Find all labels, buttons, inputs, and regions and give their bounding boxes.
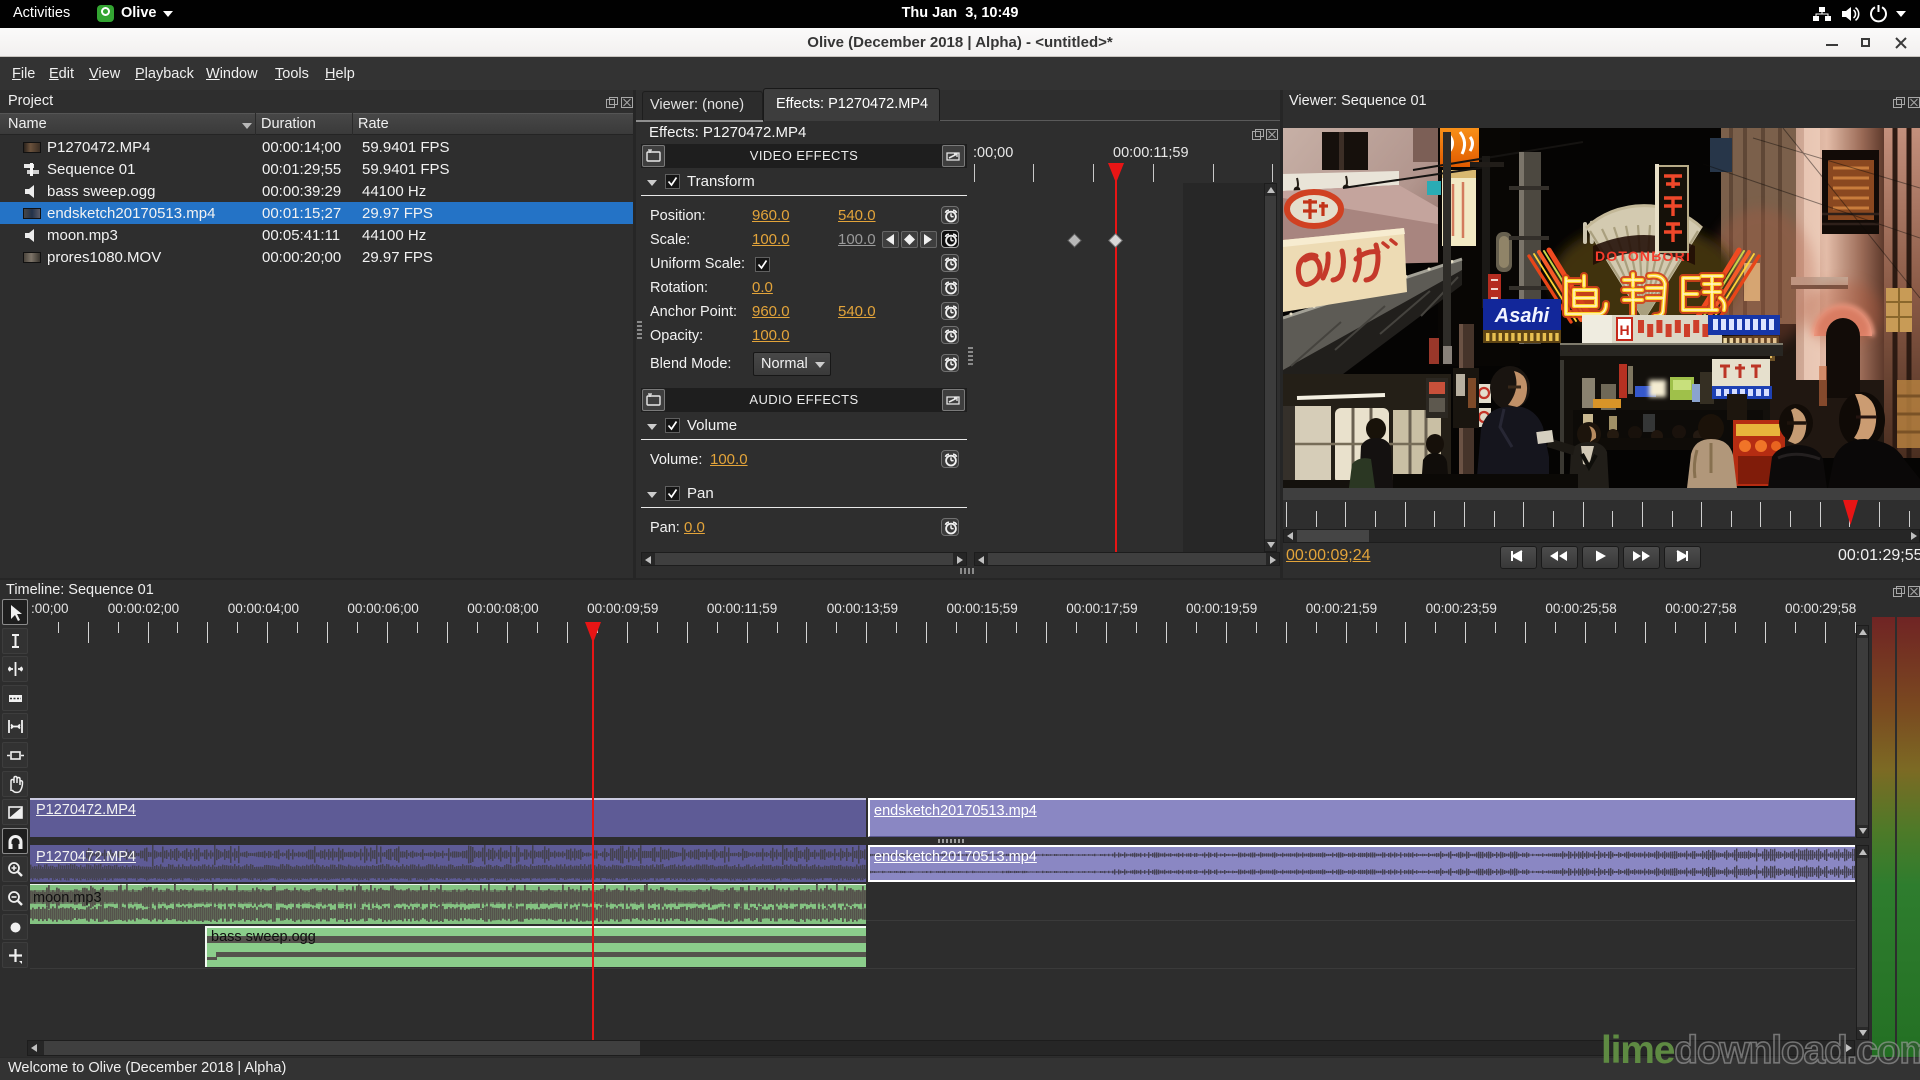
- svg-text:Asahi: Asahi: [1494, 305, 1550, 327]
- svg-text:H: H: [1619, 322, 1629, 338]
